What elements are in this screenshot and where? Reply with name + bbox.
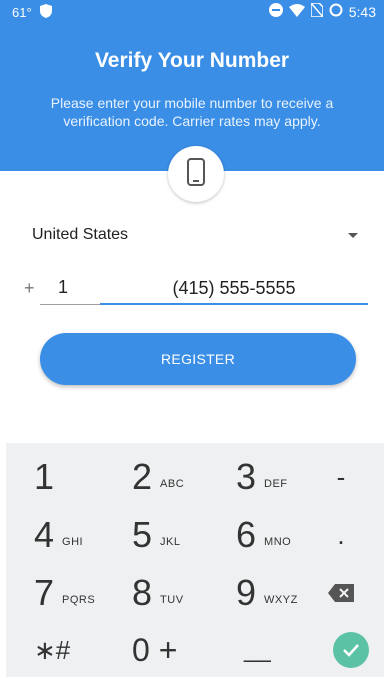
page-title: Verify Your Number xyxy=(94,49,290,72)
key-8[interactable]: 8 TUV xyxy=(132,564,226,622)
key-letters: PQRS xyxy=(62,594,96,606)
temperature: 61° xyxy=(12,5,32,20)
no-sim-icon xyxy=(310,2,324,20)
key-digit: 3 xyxy=(236,456,257,497)
key-digit: 7 xyxy=(34,572,55,613)
phone-badge xyxy=(168,146,224,202)
key-5[interactable]: 5 JKL xyxy=(132,506,226,564)
sync-icon xyxy=(329,3,343,20)
key-letters: ABC xyxy=(160,478,185,490)
page-subtitle: Please enter your mobile number to recei… xyxy=(50,95,334,129)
country-select[interactable]: United States xyxy=(32,222,362,248)
key-digit: 4 xyxy=(34,514,55,555)
key-letters: TUV xyxy=(160,594,184,606)
key-digit: 6 xyxy=(236,514,257,555)
key-4[interactable]: 4 GHI xyxy=(34,506,128,564)
key-7[interactable]: 7 PQRS xyxy=(34,564,128,622)
key-symbol: __ xyxy=(244,636,271,663)
key-digit: ∗# xyxy=(34,634,71,665)
key-letters: DEF xyxy=(264,478,288,490)
confirm-key[interactable] xyxy=(306,621,384,679)
country-code-value: 1 xyxy=(58,277,69,297)
dnd-icon xyxy=(268,3,283,20)
phone-input-row: + 1 (415) 555-5555 xyxy=(24,274,368,306)
key-period[interactable]: . xyxy=(306,506,376,564)
backspace-key[interactable] xyxy=(306,564,376,622)
phone-icon xyxy=(186,157,206,191)
plus-sign: + xyxy=(24,278,35,298)
country-name: United States xyxy=(32,226,129,243)
key-symbol: - xyxy=(336,461,346,492)
clock: 5:43 xyxy=(348,3,376,20)
wifi-icon xyxy=(288,3,305,20)
key-letters: GHI xyxy=(62,536,84,548)
key-letters: WXYZ xyxy=(264,594,298,606)
key-symbol: . xyxy=(337,519,345,550)
key-letters: JKL xyxy=(160,536,181,548)
check-icon xyxy=(333,632,369,668)
key-digit: 9 xyxy=(236,572,257,613)
key-digit: 5 xyxy=(132,514,153,555)
key-digit: 8 xyxy=(132,572,153,613)
numeric-keyboard: 1 2 ABC 3 DEF - 4 GHI 5 JKL 6 MNO . 7 PQ… xyxy=(6,443,384,677)
status-bar: 61° 5:43 xyxy=(0,0,384,24)
shield-icon xyxy=(39,4,52,21)
key-0-plus[interactable]: 0 + xyxy=(132,621,226,679)
key-star-hash[interactable]: ∗# xyxy=(34,621,128,679)
chevron-down-icon xyxy=(348,232,358,238)
phone-number-input[interactable]: (415) 555-5555 xyxy=(100,274,368,305)
key-letters: MNO xyxy=(264,536,292,548)
key-digit: 2 xyxy=(132,456,153,497)
backspace-icon xyxy=(328,578,354,609)
key-digit: 0 + xyxy=(132,631,178,668)
key-1[interactable]: 1 xyxy=(34,448,128,506)
key-digit: 1 xyxy=(34,456,55,497)
key-2[interactable]: 2 ABC xyxy=(132,448,226,506)
register-button[interactable]: REGISTER xyxy=(40,333,356,385)
key-dash[interactable]: - xyxy=(306,448,376,506)
